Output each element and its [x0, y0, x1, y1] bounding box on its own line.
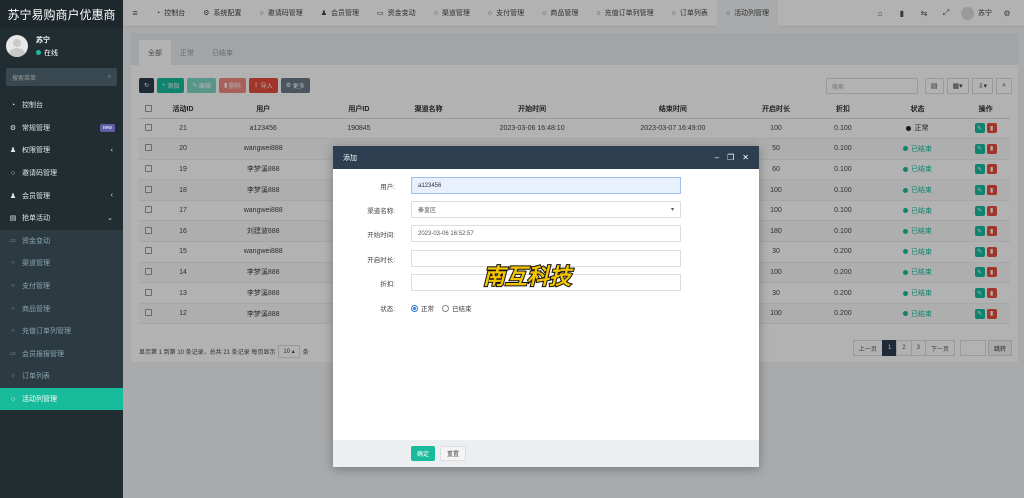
- sidebar-item-label: 商品管理: [22, 305, 50, 313]
- user-name: 苏宁: [36, 36, 50, 44]
- close-icon[interactable]: ✕: [742, 153, 749, 162]
- sidebar-item[interactable]: ▤ 抢单活动 ⌄: [0, 207, 123, 230]
- sidebar-item-label: 订单列表: [22, 373, 50, 381]
- online-dot-icon: [36, 50, 41, 55]
- sidebar-item[interactable]: ○ 邀请码管理: [0, 162, 123, 185]
- field-label: 折扣:: [380, 280, 395, 288]
- avatar: [6, 35, 28, 57]
- id-card-icon: ▭: [10, 351, 16, 358]
- circle-icon: ○: [11, 328, 15, 335]
- sidebar-item-label: 抢单活动: [22, 215, 50, 223]
- caret-down-icon: ▾: [670, 207, 674, 213]
- sidebar-item[interactable]: ○ 渠道管理: [0, 252, 123, 275]
- search-icon: ⌕: [107, 73, 111, 80]
- field-label: 开始时间:: [367, 231, 395, 239]
- status-radio-normal[interactable]: [411, 304, 418, 312]
- sidebar-item[interactable]: ▭ 资金变动: [0, 229, 123, 253]
- field-label: 渠道名称:: [367, 207, 395, 215]
- svg-text:南互科技: 南互科技: [483, 264, 574, 290]
- chevron-icon: ‹: [110, 146, 113, 154]
- list-icon: ▤: [9, 215, 17, 223]
- dialog-title: 添加: [343, 154, 357, 162]
- cogs-icon: ⚙: [9, 124, 17, 132]
- circle-icon: ○: [11, 283, 15, 290]
- minimize-icon[interactable]: –: [715, 153, 719, 162]
- sidebar-item-label: 会员报报管理: [22, 350, 64, 358]
- sidebar-item[interactable]: ♟ 会员管理 ‹: [0, 184, 123, 207]
- watermark-logo: 南互科技: [482, 263, 575, 291]
- user-icon: ♟: [9, 192, 17, 200]
- sidebar-item[interactable]: ▭ 会员报报管理: [0, 342, 123, 366]
- user-status: 在线: [44, 49, 58, 57]
- circle-icon: ○: [11, 373, 15, 380]
- group-icon: ♟: [9, 147, 17, 155]
- user-panel: 苏宁 在线: [0, 28, 123, 64]
- field-label: 状态:: [380, 306, 395, 313]
- dialog-footer: 确定 重置: [333, 440, 759, 467]
- sidebar-item-label: 渠道管理: [22, 260, 50, 268]
- sidebar-item-label: 常规管理: [22, 124, 50, 132]
- channel-select[interactable]: 秦皇区 ▾: [411, 201, 681, 218]
- circle-icon: ○: [11, 305, 15, 312]
- menu-search-input[interactable]: 搜索菜单 ⌕: [6, 68, 117, 86]
- dialog-header: 添加 – ❐ ✕: [333, 146, 759, 169]
- sidebar-item[interactable]: ◔ 控制台: [0, 94, 123, 117]
- sidebar-item[interactable]: ⚙ 常规管理 new: [0, 117, 123, 140]
- sidebar-item-label: 邀请码管理: [22, 170, 57, 178]
- circle-icon: ○: [10, 169, 16, 177]
- sidebar-item-label: 支付管理: [22, 283, 50, 291]
- field-label: 用户:: [380, 183, 395, 191]
- sidebar-item-label: 资金变动: [22, 237, 50, 245]
- sidebar: 苏宁易购商户优惠商 苏宁 在线 搜索菜单 ⌕ ◔ 控制台 ⚙ 常规管理 new ♟ 权限管理 ‹…: [0, 0, 123, 498]
- new-badge: new: [99, 123, 115, 132]
- sidebar-item[interactable]: ○ 商品管理: [0, 297, 123, 320]
- money-icon: ▭: [10, 238, 16, 245]
- start-time-field[interactable]: 2023-03-06 16:52:57: [411, 225, 681, 242]
- sidebar-item-label: 权限管理: [22, 147, 50, 155]
- sidebar-item[interactable]: ○ 订单列表: [0, 365, 123, 388]
- dashboard-icon: ◔: [10, 101, 16, 109]
- app-brand: 苏宁易购商户优惠商: [0, 0, 123, 28]
- user-field[interactable]: a123456: [411, 177, 681, 194]
- sidebar-item[interactable]: ○ 充值订单列管理: [0, 319, 123, 343]
- sidebar-item[interactable]: ○ 支付管理: [0, 274, 123, 298]
- sidebar-item-label: 充值订单列管理: [22, 328, 71, 336]
- chevron-icon: ⌄: [107, 215, 113, 223]
- reset-button[interactable]: 重置: [440, 446, 467, 461]
- sidebar-item-label: 控制台: [22, 102, 43, 110]
- add-dialog: 添加 – ❐ ✕ 用户: a123456 渠道名称: 秦皇区 ▾ 开始时间: 20…: [333, 146, 759, 467]
- sidebar-item[interactable]: ○ 活动列管理: [0, 387, 123, 411]
- sidebar-item-label: 活动列管理: [22, 396, 57, 404]
- sidebar-item[interactable]: ♟ 权限管理 ‹: [0, 139, 123, 162]
- status-radio-ended[interactable]: [442, 304, 449, 312]
- sidebar-item-label: 会员管理: [22, 192, 50, 200]
- confirm-button[interactable]: 确定: [411, 446, 436, 461]
- field-label: 开启时长:: [367, 256, 395, 264]
- chevron-icon: ‹: [110, 192, 113, 200]
- maximize-icon[interactable]: ❐: [727, 153, 734, 162]
- circle-icon: ○: [10, 395, 16, 403]
- circle-icon: ○: [11, 260, 15, 267]
